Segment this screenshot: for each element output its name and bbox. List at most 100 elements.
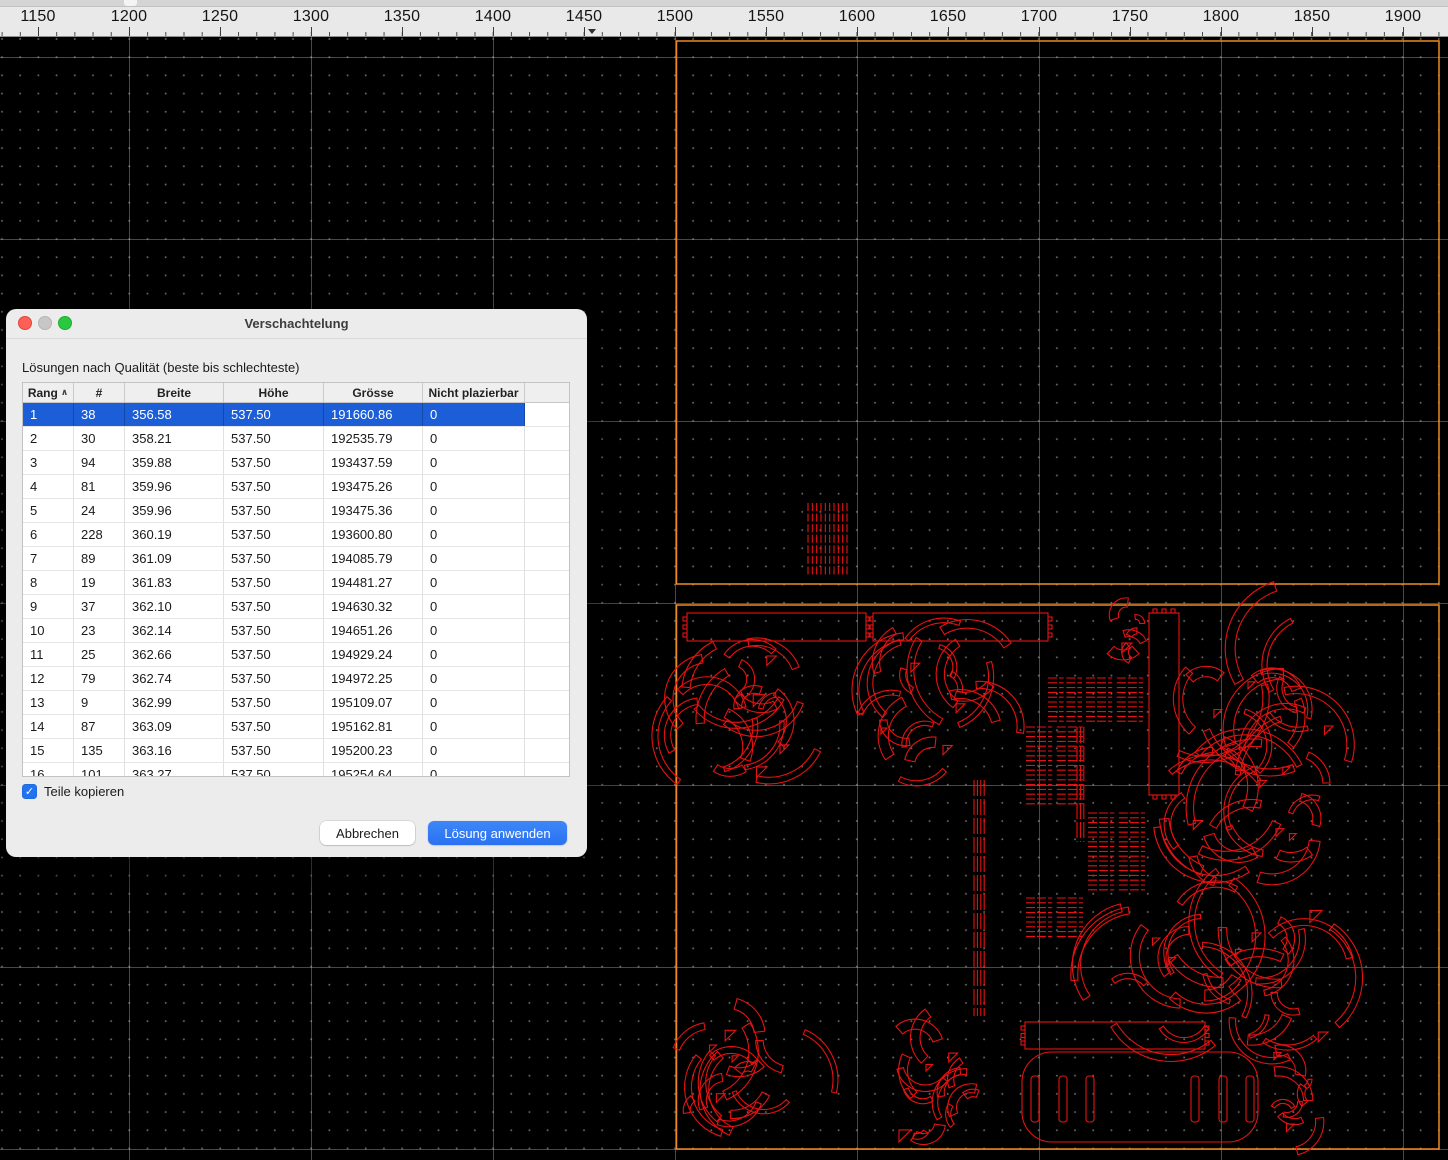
table-row[interactable]: 524359.96537.50193475.360 <box>23 499 569 523</box>
table-cell[interactable]: 87 <box>74 715 125 738</box>
table-cell[interactable]: 359.96 <box>125 499 224 522</box>
table-cell[interactable]: 191660.86 <box>324 403 423 426</box>
table-cell[interactable]: 362.99 <box>125 691 224 714</box>
table-cell[interactable]: 0 <box>423 499 525 522</box>
table-cell[interactable]: 194929.24 <box>324 643 423 666</box>
copy-parts-checkbox-row[interactable]: ✓ Teile kopieren <box>22 784 124 799</box>
table-cell[interactable]: 0 <box>423 595 525 618</box>
table-cell[interactable]: 362.14 <box>125 619 224 642</box>
apply-solution-button[interactable]: Lösung anwenden <box>428 821 567 845</box>
checkbox-checked-icon[interactable]: ✓ <box>22 784 37 799</box>
table-cell[interactable]: 11 <box>23 643 74 666</box>
table-cell[interactable]: 0 <box>423 739 525 762</box>
table-cell[interactable]: 362.66 <box>125 643 224 666</box>
table-cell[interactable]: 135 <box>74 739 125 762</box>
table-cell[interactable]: 359.96 <box>125 475 224 498</box>
table-cell[interactable]: 537.50 <box>224 763 324 777</box>
table-cell[interactable]: 537.50 <box>224 739 324 762</box>
table-cell[interactable]: 0 <box>423 691 525 714</box>
table-cell[interactable]: 358.21 <box>125 427 224 450</box>
table-cell[interactable]: 360.19 <box>125 523 224 546</box>
table-cell[interactable]: 356.58 <box>125 403 224 426</box>
table-cell[interactable]: 195254.64 <box>324 763 423 777</box>
table-cell[interactable]: 194481.27 <box>324 571 423 594</box>
table-cell[interactable]: 89 <box>74 547 125 570</box>
table-cell[interactable]: 10 <box>23 619 74 642</box>
table-cell[interactable]: 537.50 <box>224 547 324 570</box>
table-cell[interactable]: 81 <box>74 475 125 498</box>
table-cell[interactable]: 14 <box>23 715 74 738</box>
table-cell[interactable]: 194972.25 <box>324 667 423 690</box>
table-cell[interactable]: 3 <box>23 451 74 474</box>
column-header-breite[interactable]: Breite <box>125 383 224 402</box>
table-cell[interactable]: 7 <box>23 547 74 570</box>
table-cell[interactable]: 38 <box>74 403 125 426</box>
table-cell[interactable]: 537.50 <box>224 475 324 498</box>
table-cell[interactable]: 12 <box>23 667 74 690</box>
table-cell[interactable]: 537.50 <box>224 571 324 594</box>
table-cell[interactable]: 193600.80 <box>324 523 423 546</box>
table-cell[interactable]: 194630.32 <box>324 595 423 618</box>
table-row[interactable]: 789361.09537.50194085.790 <box>23 547 569 571</box>
table-cell[interactable]: 23 <box>74 619 125 642</box>
table-cell[interactable]: 359.88 <box>125 451 224 474</box>
table-cell[interactable]: 19 <box>74 571 125 594</box>
table-cell[interactable]: 194085.79 <box>324 547 423 570</box>
table-cell[interactable]: 362.10 <box>125 595 224 618</box>
table-cell[interactable]: 537.50 <box>224 451 324 474</box>
table-cell[interactable]: 0 <box>423 475 525 498</box>
column-header-#[interactable]: # <box>74 383 125 402</box>
table-cell[interactable]: 537.50 <box>224 715 324 738</box>
table-cell[interactable]: 537.50 <box>224 691 324 714</box>
column-header-nicht-plazierbar[interactable]: Nicht plazierbar <box>423 383 525 402</box>
table-row[interactable]: 138356.58537.50191660.860 <box>23 403 569 427</box>
table-cell[interactable]: 37 <box>74 595 125 618</box>
table-cell[interactable]: 0 <box>423 451 525 474</box>
table-cell[interactable]: 13 <box>23 691 74 714</box>
table-cell[interactable]: 363.16 <box>125 739 224 762</box>
table-cell[interactable]: 30 <box>74 427 125 450</box>
table-cell[interactable]: 228 <box>74 523 125 546</box>
table-cell[interactable]: 192535.79 <box>324 427 423 450</box>
table-cell[interactable]: 537.50 <box>224 643 324 666</box>
table-cell[interactable]: 363.09 <box>125 715 224 738</box>
table-cell[interactable]: 537.50 <box>224 403 324 426</box>
table-cell[interactable]: 195200.23 <box>324 739 423 762</box>
table-cell[interactable]: 363.27 <box>125 763 224 777</box>
table-row[interactable]: 937362.10537.50194630.320 <box>23 595 569 619</box>
table-cell[interactable]: 0 <box>423 763 525 777</box>
table-cell[interactable]: 94 <box>74 451 125 474</box>
table-cell[interactable]: 537.50 <box>224 619 324 642</box>
table-cell[interactable]: 195162.81 <box>324 715 423 738</box>
table-row[interactable]: 1125362.66537.50194929.240 <box>23 643 569 667</box>
table-cell[interactable]: 195109.07 <box>324 691 423 714</box>
column-header-rang[interactable]: Rang∧ <box>23 383 74 402</box>
table-row[interactable]: 1487363.09537.50195162.810 <box>23 715 569 739</box>
table-row[interactable]: 1023362.14537.50194651.260 <box>23 619 569 643</box>
table-cell[interactable]: 0 <box>423 619 525 642</box>
table-cell[interactable]: 101 <box>74 763 125 777</box>
table-cell[interactable]: 537.50 <box>224 667 324 690</box>
table-row[interactable]: 15135363.16537.50195200.230 <box>23 739 569 763</box>
table-cell[interactable]: 537.50 <box>224 595 324 618</box>
table-cell[interactable]: 1 <box>23 403 74 426</box>
table-cell[interactable]: 537.50 <box>224 427 324 450</box>
table-cell[interactable]: 4 <box>23 475 74 498</box>
table-cell[interactable]: 193437.59 <box>324 451 423 474</box>
table-cell[interactable]: 6 <box>23 523 74 546</box>
dialog-titlebar[interactable]: Verschachtelung <box>6 309 587 339</box>
table-cell[interactable]: 25 <box>74 643 125 666</box>
table-cell[interactable]: 15 <box>23 739 74 762</box>
table-cell[interactable]: 24 <box>74 499 125 522</box>
table-cell[interactable]: 16 <box>23 763 74 777</box>
table-cell[interactable]: 9 <box>74 691 125 714</box>
table-cell[interactable]: 362.74 <box>125 667 224 690</box>
table-cell[interactable]: 194651.26 <box>324 619 423 642</box>
table-cell[interactable]: 193475.26 <box>324 475 423 498</box>
table-cell[interactable]: 361.09 <box>125 547 224 570</box>
table-cell[interactable]: 2 <box>23 427 74 450</box>
table-row[interactable]: 819361.83537.50194481.270 <box>23 571 569 595</box>
table-row[interactable]: 16101363.27537.50195254.640 <box>23 763 569 777</box>
table-cell[interactable]: 0 <box>423 427 525 450</box>
table-cell[interactable]: 537.50 <box>224 523 324 546</box>
